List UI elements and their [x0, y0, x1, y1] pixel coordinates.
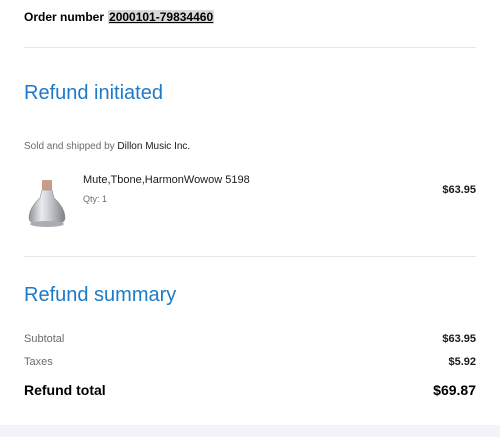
- product-name[interactable]: Mute,Tbone,HarmonWowow 5198: [83, 174, 250, 186]
- refund-details-page: Order number 2000101-79834460 Refund init…: [0, 0, 500, 437]
- product-quantity: Qty: 1: [83, 194, 108, 204]
- subtotal-row: Subtotal $63.95: [24, 333, 476, 345]
- refund-total-row: Refund total $69.87: [24, 382, 476, 398]
- taxes-row: Taxes $5.92: [24, 356, 476, 368]
- refund-total-value: $69.87: [433, 382, 476, 398]
- divider: [24, 47, 476, 48]
- refund-total-label: Refund total: [24, 382, 106, 398]
- trombone-mute-product-image[interactable]: [23, 178, 71, 230]
- refund-summary-heading: Refund summary: [24, 284, 177, 306]
- order-number-label: Order number: [24, 10, 105, 24]
- seller-name: Dillon Music Inc.: [117, 141, 191, 152]
- order-number-row: Order number 2000101-79834460: [24, 10, 215, 24]
- footer-band: [0, 425, 500, 437]
- subtotal-value: $63.95: [442, 333, 476, 345]
- product-price: $63.95: [442, 184, 476, 196]
- taxes-label: Taxes: [24, 356, 53, 368]
- seller-info: Sold and shipped by Dillon Music Inc.: [24, 141, 190, 152]
- refund-initiated-heading: Refund initiated: [24, 82, 163, 104]
- divider: [24, 256, 476, 257]
- seller-prefix: Sold and shipped by: [24, 141, 115, 152]
- subtotal-label: Subtotal: [24, 333, 65, 345]
- order-number-link[interactable]: 2000101-79834460: [108, 10, 215, 24]
- taxes-value: $5.92: [448, 356, 476, 368]
